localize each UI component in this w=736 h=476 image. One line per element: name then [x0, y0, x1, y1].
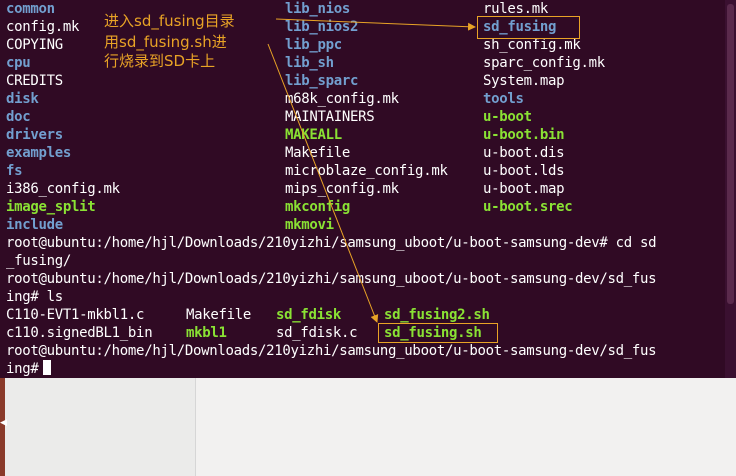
annotation-line: 用sd_fusing.sh进	[104, 33, 227, 51]
dir-entry: lib_sh	[285, 55, 334, 71]
file-entry: c110.signedBL1_bin	[6, 325, 153, 341]
file-entry: config.mk	[6, 19, 80, 35]
file-entry: u-boot.map	[483, 181, 565, 197]
text-cursor	[42, 360, 51, 375]
arrow-left-icon: ◀	[0, 418, 7, 428]
highlight-box-sd-fusing	[477, 16, 580, 39]
file-entry: mips_config.mk	[285, 181, 399, 197]
file-entry: sparc_config.mk	[483, 55, 605, 71]
listing-row: i386_config.mk mips_config.mk u-boot.map	[6, 180, 565, 198]
dir-entry: disk	[6, 91, 39, 107]
highlight-box-sd-fusing-sh	[378, 323, 498, 343]
listing-row: include mkmovi	[6, 216, 334, 234]
listing-row: disk m68k_config.mk tools	[6, 90, 524, 108]
file-manager-sidebar	[0, 378, 196, 476]
command-line: root@ubuntu:/home/hjl/Downloads/210yizhi…	[6, 343, 657, 359]
exec-entry: u-boot	[483, 109, 532, 125]
listing-row: CREDITS lib_sparc System.map	[6, 72, 565, 90]
dir-entry: lib_nios	[285, 1, 351, 17]
file-entry: u-boot.lds	[483, 163, 565, 179]
listing-row: config.mk lib_nios2 sd_fusing	[6, 18, 556, 36]
file-entry: C110-EVT1-mkbl1.c	[6, 307, 145, 323]
file-entry: System.map	[483, 73, 565, 89]
exec-entry: mkmovi	[285, 217, 334, 233]
file-entry: i386_config.mk	[6, 181, 120, 197]
dir-entry: include	[6, 217, 63, 233]
exec-entry: u-boot.srec	[483, 199, 573, 215]
listing-row: common lib_nios rules.mk	[6, 0, 548, 18]
dir-entry: lib_sparc	[285, 73, 359, 89]
exec-entry: mkbl1	[186, 325, 227, 341]
command-line-wrap: ing# ls	[6, 289, 63, 305]
command-line-wrap: _fusing/	[6, 253, 72, 269]
file-entry: u-boot.dis	[483, 145, 565, 161]
file-entry: MAINTAINERS	[285, 109, 375, 125]
dir-entry: lib_nios2	[285, 19, 359, 35]
exec-entry: sd_fusing2.sh	[384, 307, 490, 323]
dir-entry: examples	[6, 145, 72, 161]
exec-entry: image_split	[6, 199, 96, 215]
terminal-scrollbar[interactable]	[725, 0, 736, 378]
file-entry: microblaze_config.mk	[285, 163, 448, 179]
launcher-edge: ◀	[0, 378, 7, 476]
listing-row: fs microblaze_config.mk u-boot.lds	[6, 162, 565, 180]
listing-row: image_split mkconfig u-boot.srec	[6, 198, 573, 216]
dir-entry: common	[6, 1, 55, 17]
exec-entry: u-boot.bin	[483, 127, 565, 143]
file-entry: CREDITS	[6, 73, 63, 89]
file-entry: sd_fdisk.c	[276, 325, 358, 341]
dir-entry: tools	[483, 91, 524, 107]
annotation-line: 行烧录到SD卡上	[104, 52, 216, 70]
active-prompt[interactable]: ing#	[6, 360, 51, 378]
annotation-line: 进入sd_fusing目录	[104, 12, 235, 30]
listing-row: cpu lib_sh sparc_config.mk	[6, 54, 605, 72]
dir-entry: lib_ppc	[285, 37, 342, 53]
dir-entry: doc	[6, 109, 31, 125]
listing-row: drivers MAKEALL u-boot.bin	[6, 126, 565, 144]
command-line: root@ubuntu:/home/hjl/Downloads/210yizhi…	[6, 271, 657, 287]
dir-entry: fs	[6, 163, 23, 179]
file-entry: COPYING	[6, 37, 63, 53]
desktop-background: ◀	[0, 378, 736, 476]
prompt-text: ing#	[6, 361, 39, 377]
ls-output-row: C110-EVT1-mkbl1.c Makefile sd_fdisk sd_f…	[6, 306, 490, 324]
listing-row: COPYING lib_ppc sh_config.mk	[6, 36, 581, 54]
command-line: root@ubuntu:/home/hjl/Downloads/210yizhi…	[6, 235, 657, 251]
file-entry: m68k_config.mk	[285, 91, 399, 107]
dir-entry: drivers	[6, 127, 63, 143]
exec-entry: sd_fdisk	[276, 307, 342, 323]
listing-row: examples Makefile u-boot.dis	[6, 144, 565, 162]
file-entry: Makefile	[285, 145, 351, 161]
file-entry: Makefile	[186, 307, 252, 323]
exec-entry: MAKEALL	[285, 127, 342, 143]
ls-output-row: c110.signedBL1_bin mkbl1 sd_fdisk.c sd_f…	[6, 324, 482, 342]
dir-entry: cpu	[6, 55, 31, 71]
scrollbar-thumb[interactable]	[727, 4, 734, 304]
exec-entry: mkconfig	[285, 199, 351, 215]
listing-row: doc MAINTAINERS u-boot	[6, 108, 532, 126]
